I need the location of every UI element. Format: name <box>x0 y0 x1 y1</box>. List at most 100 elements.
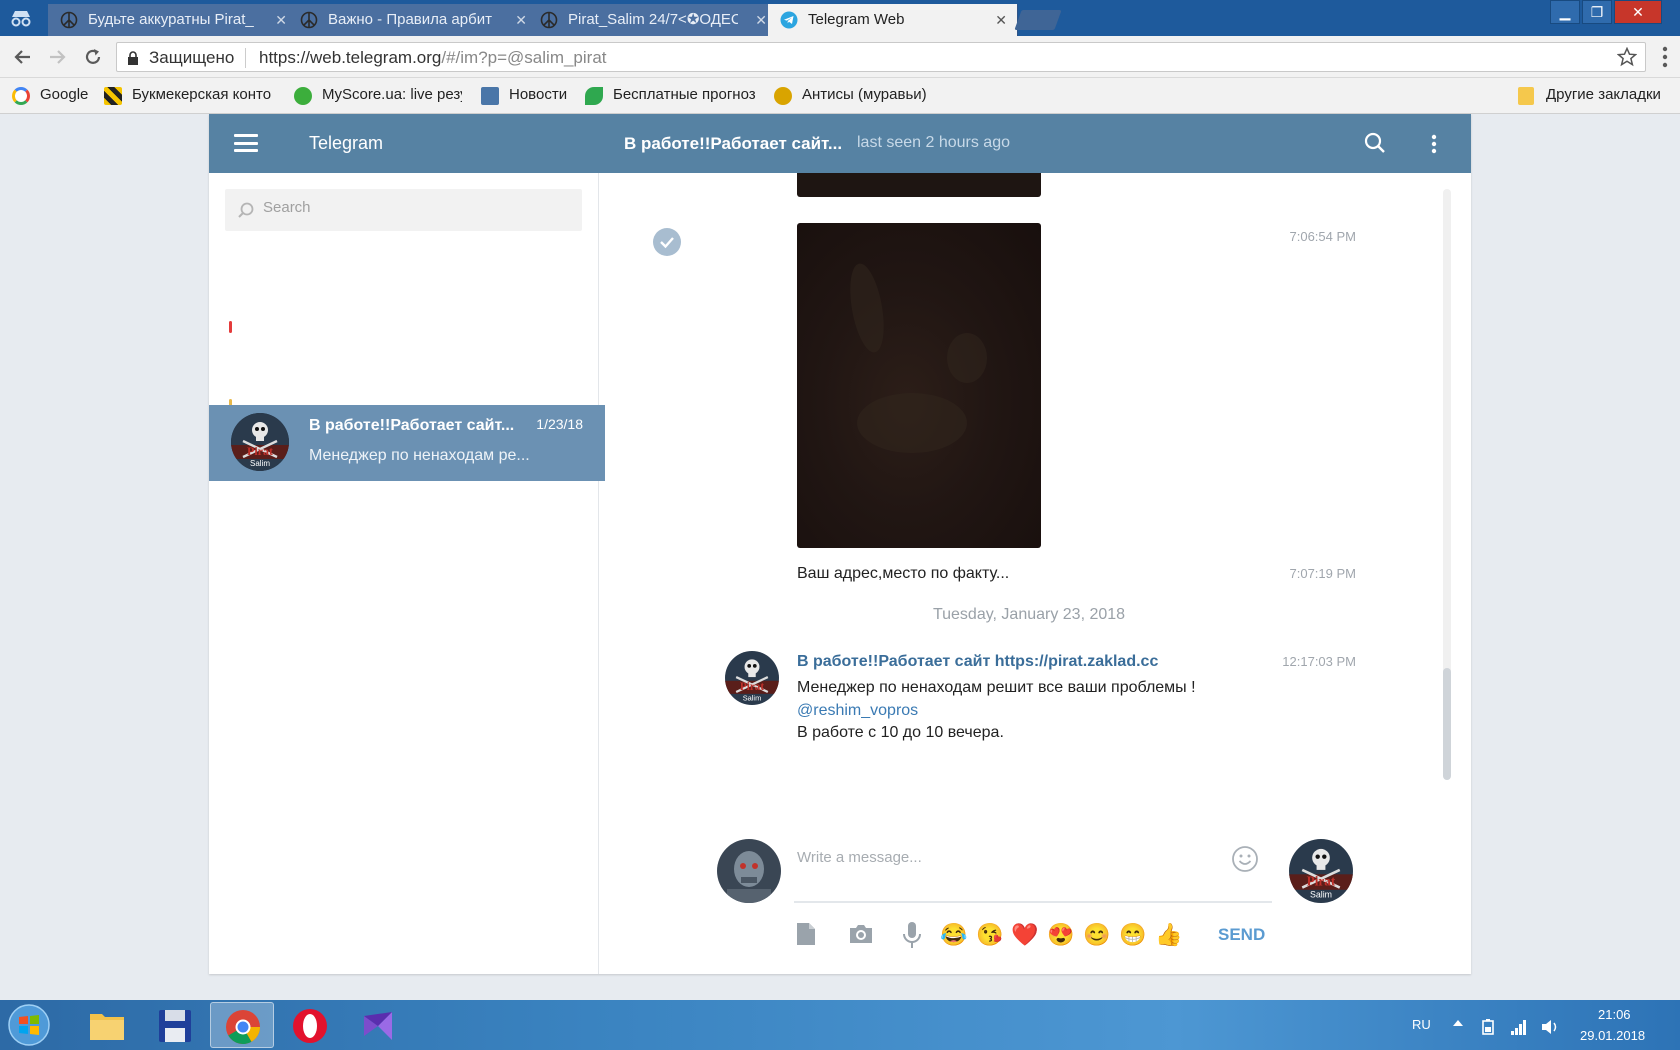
chat-scrollbar-thumb[interactable] <box>1443 668 1451 780</box>
minimize-button[interactable]: ▁ <box>1550 0 1580 24</box>
tab-3[interactable]: Pirat_Salim 24/7<✪ОДЕС ✕ <box>528 4 778 36</box>
pirate-avatar: Pirat Salim <box>231 413 289 471</box>
divider <box>245 48 246 68</box>
attach-file-icon[interactable] <box>794 921 818 947</box>
self-avatar[interactable] <box>717 839 781 903</box>
bookmark-myscore[interactable]: MyScore.ua: live резу <box>294 86 462 106</box>
emoji-blush[interactable]: 😊 <box>1083 923 1110 947</box>
tab-2[interactable]: Важно - Правила арбит ✕ <box>288 4 538 36</box>
message-time: 12:17:03 PM <box>1282 654 1356 669</box>
back-arrow-icon[interactable] <box>10 44 36 70</box>
taskbar-explorer[interactable] <box>74 1002 138 1048</box>
tab-title: Важно - Правила арбит <box>328 11 492 28</box>
other-bookmarks[interactable]: Другие закладки <box>1518 86 1668 106</box>
bookmark-news[interactable]: Новости <box>481 86 581 106</box>
photo-message[interactable] <box>797 223 1041 548</box>
bookmark-forecasts[interactable]: Бесплатные прогноз <box>585 86 757 106</box>
close-window-button[interactable]: ✕ <box>1614 0 1662 24</box>
message-time: 7:07:19 PM <box>1289 566 1357 581</box>
browser-tab-strip: Будьте аккуратны Pirat_ ✕ Важно - Правил… <box>0 0 1680 36</box>
emoji-kiss[interactable]: 😘 <box>976 923 1003 947</box>
bookmarks-bar: Google Букмекерская конто MyScore.ua: li… <box>0 78 1680 114</box>
bookmark-bookmaker[interactable]: Букмекерская конто <box>104 86 276 106</box>
volume-icon[interactable] <box>1540 1018 1560 1036</box>
emoji-heart-eyes[interactable]: 😍 <box>1047 923 1074 947</box>
windows-start-icon[interactable] <box>6 1003 52 1047</box>
taskbar-opera[interactable] <box>278 1002 342 1048</box>
tab-title: Telegram Web <box>808 11 905 28</box>
camera-icon[interactable] <box>847 921 875 947</box>
bookmark-ants[interactable]: Антисы (муравьи) <box>774 86 944 106</box>
opera-icon <box>293 1009 327 1043</box>
maximize-button[interactable]: ❐ <box>1582 0 1612 24</box>
clock-date[interactable]: 29.01.2018 <box>1580 1028 1645 1043</box>
date-separator: Tuesday, January 23, 2018 <box>932 606 1126 623</box>
floppy-disk-icon <box>159 1010 191 1042</box>
message-text: Менеджер по ненаходам решит все ваши про… <box>797 679 1196 696</box>
mention-link[interactable]: @reshim_vopros <box>797 702 918 720</box>
emoji-heart[interactable]: ❤️ <box>1011 923 1038 947</box>
show-hidden-icons[interactable] <box>1452 1018 1464 1028</box>
send-button[interactable]: SEND <box>1218 925 1265 945</box>
more-vertical-icon[interactable] <box>1431 134 1437 154</box>
tab-close-icon[interactable]: ✕ <box>755 4 767 36</box>
dialog-preview: Менеджер по ненаходам ре... <box>309 447 530 464</box>
selected-check-icon[interactable] <box>652 227 682 257</box>
emoji-picker-icon[interactable] <box>1231 845 1259 873</box>
leaf-icon <box>585 87 603 105</box>
network-signal-icon[interactable] <box>1510 1018 1528 1036</box>
search-input[interactable] <box>263 199 563 216</box>
telegram-app: Telegram В работе!!Работает сайт... last… <box>209 114 1471 974</box>
pirate-avatar[interactable]: Pirat Salim <box>725 651 779 705</box>
dialog-item-active[interactable]: Pirat Salim В работе!!Работает сайт... 1… <box>209 405 605 481</box>
avatar-fragment <box>229 321 232 333</box>
secure-label: Защищено <box>149 48 235 67</box>
visual-studio-icon <box>364 1012 392 1040</box>
url-text[interactable]: https://web.telegram.org/#/im?p=@salim_p… <box>259 48 607 68</box>
keyboard-language[interactable]: RU <box>1412 1017 1431 1032</box>
battery-icon[interactable] <box>1480 1018 1498 1036</box>
browser-toolbar: Защищено https://web.telegram.org/#/im?p… <box>0 36 1680 78</box>
tab-close-icon[interactable]: ✕ <box>275 4 287 36</box>
message-author[interactable]: В работе!!Работает сайт https://pirat.za… <box>797 653 1158 671</box>
menu-icon[interactable] <box>234 134 258 152</box>
svg-text:Pirat: Pirat <box>740 681 764 693</box>
search-field[interactable] <box>225 189 582 231</box>
telegram-icon <box>780 11 798 29</box>
tab-close-icon[interactable]: ✕ <box>995 4 1007 36</box>
peer-avatar[interactable]: Pirat Salim <box>1289 839 1353 903</box>
clock-time[interactable]: 21:06 <box>1598 1007 1631 1022</box>
emoji-grin[interactable]: 😁 <box>1119 923 1146 947</box>
message-input[interactable] <box>797 849 1197 866</box>
microphone-icon[interactable] <box>902 921 922 949</box>
app-brand[interactable]: Telegram <box>309 133 383 154</box>
tab-close-icon[interactable]: ✕ <box>515 4 527 36</box>
vk-icon <box>481 87 499 105</box>
dialog-date: 1/23/18 <box>536 416 583 432</box>
taskbar-chrome[interactable] <box>210 1002 274 1048</box>
bookmark-google[interactable]: Google <box>12 86 92 106</box>
composer-underline <box>794 901 1272 903</box>
new-tab-button[interactable] <box>1014 10 1062 30</box>
address-bar[interactable]: Защищено https://web.telegram.org/#/im?p… <box>116 42 1646 72</box>
folder-icon <box>1518 87 1534 105</box>
folder-icon <box>90 1014 124 1040</box>
browser-menu-icon[interactable] <box>1662 46 1668 68</box>
search-icon[interactable] <box>1364 132 1386 154</box>
google-icon <box>12 87 30 105</box>
taskbar-visual-studio[interactable] <box>346 1002 410 1048</box>
emoji-joy[interactable]: 😂 <box>940 923 967 947</box>
chrome-icon <box>226 1010 260 1044</box>
telegram-header: Telegram В работе!!Работает сайт... last… <box>209 114 1471 173</box>
myscore-icon <box>294 87 312 105</box>
bookmark-star-icon[interactable] <box>1617 47 1637 67</box>
photo-message-previous[interactable] <box>797 173 1041 197</box>
taskbar-save-app[interactable] <box>142 1002 206 1048</box>
peer-title[interactable]: В работе!!Работает сайт... <box>624 134 842 154</box>
peace-icon <box>60 11 78 29</box>
reload-icon[interactable] <box>80 44 106 70</box>
forward-arrow-icon[interactable] <box>44 44 70 70</box>
emoji-thumbs-up[interactable]: 👍 <box>1155 923 1182 947</box>
tab-1[interactable]: Будьте аккуратны Pirat_ ✕ <box>48 4 298 36</box>
tab-telegram-web[interactable]: Telegram Web ✕ <box>768 4 1018 36</box>
